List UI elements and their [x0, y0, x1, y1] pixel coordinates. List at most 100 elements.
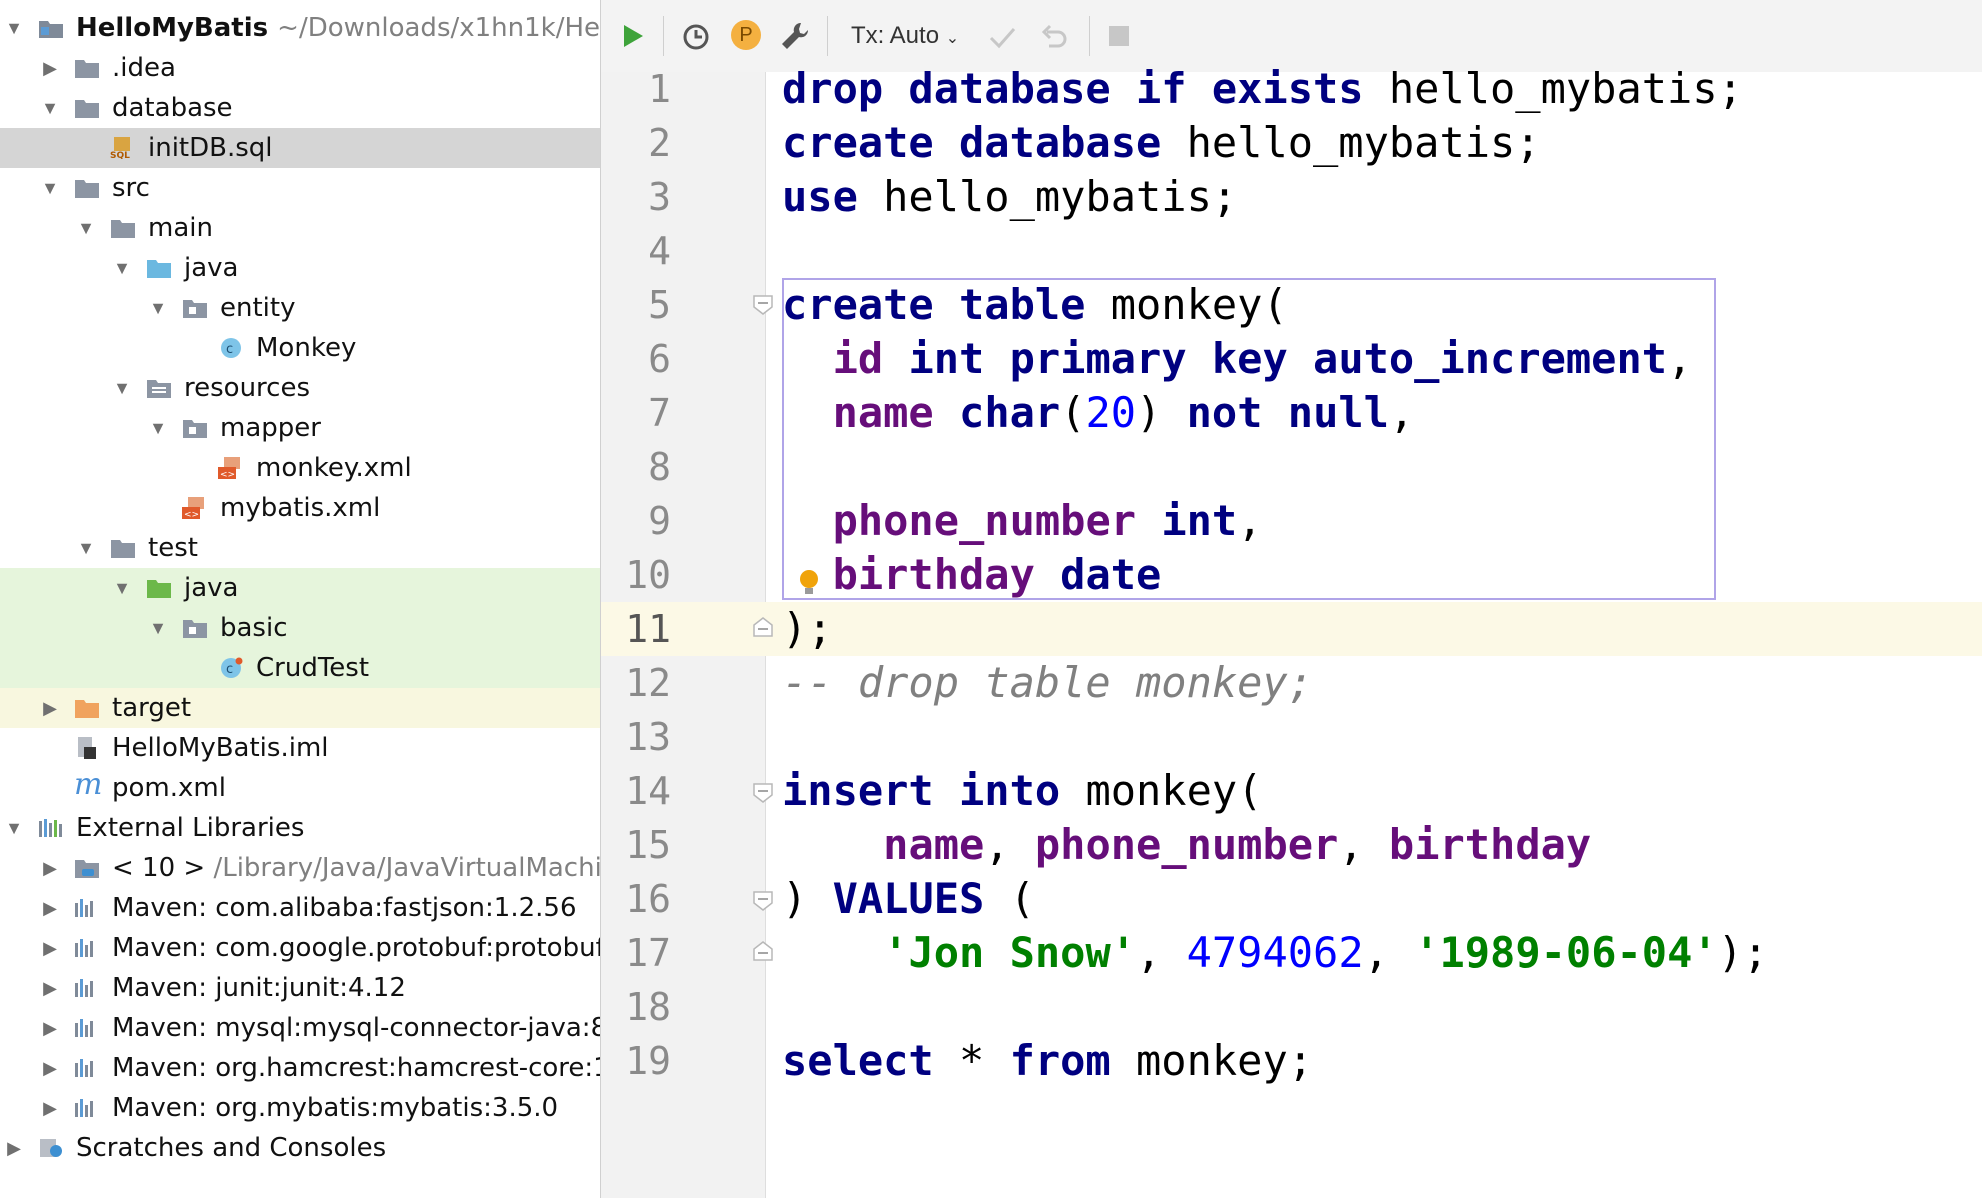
- code-line[interactable]: phone_number int,: [782, 494, 1263, 548]
- code-token: ,: [1388, 388, 1415, 437]
- tree-item-entity[interactable]: ▼ entity: [0, 288, 600, 328]
- tree-item-test-java[interactable]: ▼ java: [0, 568, 600, 608]
- expand-arrow-icon[interactable]: ▼: [110, 568, 134, 608]
- tree-item-maven-lib[interactable]: ▶ Maven: org.hamcrest:hamcrest-core:1.3: [0, 1048, 600, 1088]
- collapse-arrow-icon[interactable]: ▶: [38, 928, 62, 968]
- tree-item-maven-lib[interactable]: ▶ Maven: org.mybatis:mybatis:3.5.0: [0, 1088, 600, 1128]
- code-line[interactable]: select * from monkey;: [782, 1034, 1313, 1088]
- code-line[interactable]: -- drop table monkey;: [782, 656, 1313, 710]
- stop-icon[interactable]: [1109, 26, 1129, 46]
- tree-item-label: Scratches and Consoles: [76, 1133, 387, 1163]
- expand-arrow-icon[interactable]: ▼: [146, 288, 170, 328]
- fold-marker-icon[interactable]: [752, 616, 774, 638]
- tree-item-idea[interactable]: ▶ .idea: [0, 48, 600, 88]
- commit-check-icon[interactable]: [987, 22, 1017, 52]
- tree-item-test[interactable]: ▼ test: [0, 528, 600, 568]
- code-token: from: [1009, 1036, 1111, 1085]
- tree-item-main[interactable]: ▼ main: [0, 208, 600, 248]
- expand-arrow-icon[interactable]: ▼: [110, 368, 134, 408]
- tree-item-main-java[interactable]: ▼ java: [0, 248, 600, 288]
- code-line[interactable]: drop database if exists hello_mybatis;: [782, 62, 1743, 116]
- tree-item-label: mapper: [220, 413, 321, 443]
- tree-item-maven-lib[interactable]: ▶ Maven: com.alibaba:fastjson:1.2.56: [0, 888, 600, 928]
- sql-file-icon: SQL: [110, 137, 130, 159]
- transaction-mode-dropdown[interactable]: Tx: Auto ⌄: [851, 18, 959, 54]
- tree-item-basic[interactable]: ▼ basic: [0, 608, 600, 648]
- expand-arrow-icon[interactable]: ▼: [74, 528, 98, 568]
- collapse-arrow-icon[interactable]: ▶: [38, 848, 62, 888]
- tree-item-monkey-class[interactable]: c Monkey: [0, 328, 600, 368]
- fold-marker-icon[interactable]: [752, 940, 774, 962]
- expand-arrow-icon[interactable]: ▼: [74, 208, 98, 248]
- code-line[interactable]: id int primary key auto_increment,: [782, 332, 1693, 386]
- collapse-arrow-icon[interactable]: ▶: [38, 688, 62, 728]
- run-icon[interactable]: [619, 22, 647, 50]
- expand-arrow-icon[interactable]: ▼: [38, 168, 62, 208]
- expand-arrow-icon[interactable]: ▼: [2, 808, 26, 848]
- tree-item-mapper[interactable]: ▼ mapper: [0, 408, 600, 448]
- collapse-arrow-icon[interactable]: ▶: [38, 1008, 62, 1048]
- expand-arrow-icon[interactable]: ▼: [2, 8, 26, 48]
- tree-item-jdk[interactable]: ▶ < 10 > /Library/Java/JavaVirtualMachin…: [0, 848, 600, 888]
- folder-icon: [75, 180, 99, 198]
- fold-marker-icon[interactable]: [752, 294, 774, 316]
- expand-arrow-icon[interactable]: ▼: [110, 248, 134, 288]
- history-icon[interactable]: [681, 22, 711, 52]
- code-line[interactable]: 'Jon Snow', 4794062, '1989-06-04');: [782, 926, 1768, 980]
- code-line[interactable]: name char(20) not null,: [782, 386, 1415, 440]
- tree-item-resources[interactable]: ▼ resources: [0, 368, 600, 408]
- code-line[interactable]: insert into monkey(: [782, 764, 1262, 818]
- tree-item-monkey-xml[interactable]: <> monkey.xml: [0, 448, 600, 488]
- code-line[interactable]: create table monkey(: [782, 278, 1288, 332]
- tree-item-target[interactable]: ▶ target: [0, 688, 600, 728]
- collapse-arrow-icon[interactable]: ▶: [38, 1088, 62, 1128]
- collapse-arrow-icon[interactable]: ▶: [38, 48, 62, 88]
- code-line[interactable]: ) VALUES (: [782, 872, 1035, 926]
- code-line[interactable]: );: [782, 602, 833, 656]
- rollback-icon[interactable]: [1039, 22, 1069, 52]
- chevron-down-icon: ⌄: [945, 30, 960, 47]
- tree-item-iml[interactable]: HelloMyBatis.iml: [0, 728, 600, 768]
- jdk-folder-icon: [75, 860, 99, 878]
- fold-marker-icon[interactable]: [752, 890, 774, 912]
- tree-item-label: Maven: mysql:mysql-connector-java:8.0: [112, 1013, 600, 1043]
- tree-item-src[interactable]: ▼ src: [0, 168, 600, 208]
- tree-item-root[interactable]: ▼ HelloMyBatis ~/Downloads/x1hn1k/HelloM: [0, 8, 600, 48]
- tree-item-scratches[interactable]: ▶ Scratches and Consoles: [0, 1128, 600, 1168]
- tree-item-label: .idea: [112, 53, 176, 83]
- code-line[interactable]: use hello_mybatis;: [782, 170, 1237, 224]
- expand-arrow-icon[interactable]: ▼: [146, 608, 170, 648]
- tree-item-external-libraries[interactable]: ▼ External Libraries: [0, 808, 600, 848]
- folder-icon: [75, 60, 99, 78]
- tree-item-label: database: [112, 93, 233, 123]
- tree-item-label: HelloMyBatis ~/Downloads/x1hn1k/HelloM: [76, 13, 600, 43]
- wrench-icon[interactable]: [779, 20, 811, 52]
- tree-item-mybatis-xml[interactable]: <> mybatis.xml: [0, 488, 600, 528]
- collapse-arrow-icon[interactable]: ▶: [38, 888, 62, 928]
- expand-arrow-icon[interactable]: ▼: [38, 88, 62, 128]
- excluded-folder-icon: [75, 700, 99, 718]
- expand-arrow-icon[interactable]: ▼: [146, 408, 170, 448]
- tree-item-maven-lib[interactable]: ▶ Maven: mysql:mysql-connector-java:8.0: [0, 1008, 600, 1048]
- line-number: 1: [648, 67, 671, 111]
- source-folder-icon: [147, 260, 171, 278]
- fold-marker-icon[interactable]: [752, 782, 774, 804]
- code-token: date: [1060, 550, 1162, 599]
- collapse-arrow-icon[interactable]: ▶: [2, 1128, 26, 1168]
- tree-item-maven-lib[interactable]: ▶ Maven: com.google.protobuf:protobuf-j: [0, 928, 600, 968]
- tree-item-maven-lib[interactable]: ▶ Maven: junit:junit:4.12: [0, 968, 600, 1008]
- code-line[interactable]: name, phone_number, birthday: [782, 818, 1591, 872]
- code-line[interactable]: birthday date: [782, 548, 1162, 602]
- tree-item-database[interactable]: ▼ database: [0, 88, 600, 128]
- library-icon: [75, 1019, 93, 1037]
- tree-item-initdb-sql[interactable]: SQL initDB.sql: [0, 128, 600, 168]
- collapse-arrow-icon[interactable]: ▶: [38, 1048, 62, 1088]
- p-badge-icon[interactable]: P: [731, 20, 761, 50]
- tree-item-pom-xml[interactable]: m pom.xml: [0, 768, 600, 808]
- tree-item-crudtest[interactable]: c CrudTest: [0, 648, 600, 688]
- code-line[interactable]: create database hello_mybatis;: [782, 116, 1541, 170]
- collapse-arrow-icon[interactable]: ▶: [38, 968, 62, 1008]
- tree-item-label: test: [148, 533, 198, 563]
- code-token: -- drop table monkey;: [782, 658, 1314, 707]
